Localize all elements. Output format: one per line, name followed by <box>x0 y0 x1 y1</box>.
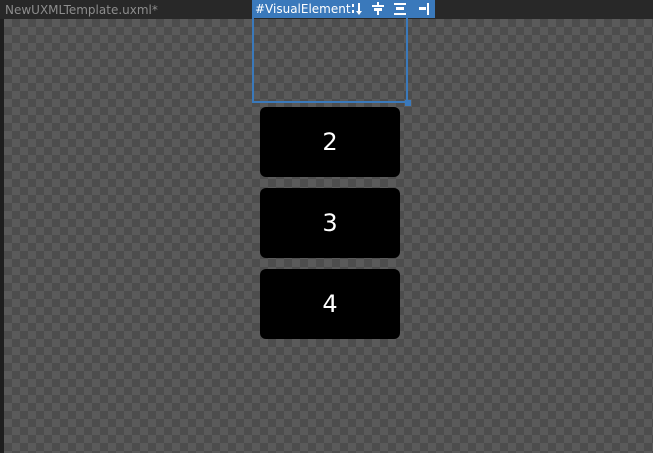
element-item-label: 4 <box>322 290 338 318</box>
resize-handle[interactable] <box>405 100 411 106</box>
element-item-4[interactable]: 4 <box>260 269 400 339</box>
selection-header[interactable]: #VisualElement <box>252 0 435 18</box>
element-item-label: 3 <box>322 209 338 237</box>
align-right-icon[interactable] <box>415 1 431 17</box>
selected-element-outline[interactable] <box>252 18 408 103</box>
element-item-3[interactable]: 3 <box>260 188 400 258</box>
element-item-label: 2 <box>322 128 338 156</box>
selected-element-name: #VisualElement <box>255 2 351 16</box>
element-item-2[interactable]: 2 <box>260 107 400 177</box>
document-title[interactable]: NewUXMLTemplate.uxml* <box>5 2 158 18</box>
align-center-icon[interactable] <box>370 1 386 17</box>
distribute-vertical-icon[interactable] <box>392 1 408 17</box>
sort-icon[interactable] <box>349 1 365 17</box>
uxml-canvas-window: NewUXMLTemplate.uxml* #VisualElement 2 3… <box>0 0 653 453</box>
